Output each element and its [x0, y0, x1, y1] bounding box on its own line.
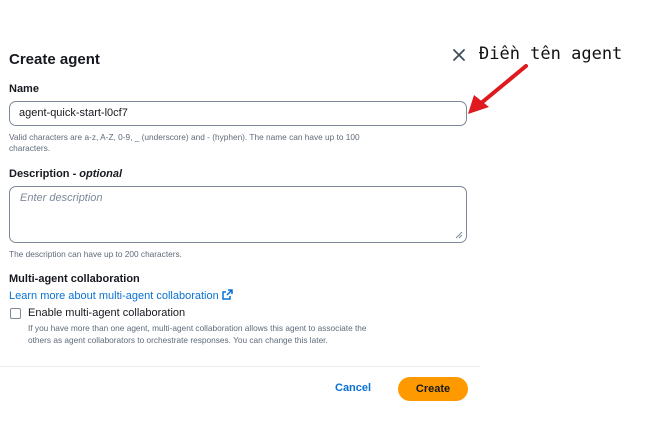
footer-divider [0, 366, 480, 367]
red-arrow-icon [468, 64, 528, 114]
multi-agent-checkbox[interactable] [10, 308, 21, 319]
optional-tag: optional [79, 168, 123, 180]
name-label: Name [9, 83, 39, 95]
learn-more-link[interactable]: Learn more about multi-agent collaborati… [9, 289, 233, 302]
description-label: Description - optional [9, 168, 122, 180]
agent-name-input[interactable]: agent-quick-start-l0cf7 [9, 101, 467, 126]
resize-grip-icon[interactable] [455, 231, 463, 239]
multi-agent-heading: Multi-agent collaboration [9, 273, 140, 285]
description-placeholder: Enter description [20, 192, 103, 204]
create-button[interactable]: Create [398, 377, 468, 401]
name-hint-line: Valid characters are a-z, A-Z, 0-9, _ (u… [9, 132, 360, 142]
learn-more-label: Learn more about multi-agent collaborati… [9, 290, 219, 302]
annotation-label: Điền tên agent [479, 44, 623, 64]
description-hint: The description can have up to 200 chara… [9, 249, 182, 259]
description-textarea[interactable]: Enter description [9, 186, 467, 243]
multi-agent-description-line: others as agent collaborators to orchest… [28, 335, 328, 345]
description-label-main: Description - [9, 168, 80, 180]
external-link-icon [222, 289, 233, 300]
multi-agent-description-line: If you have more than one agent, multi-a… [28, 323, 367, 333]
dialog-title: Create agent [9, 51, 100, 68]
cancel-button[interactable]: Cancel [335, 382, 371, 394]
create-agent-dialog: Create agent Name agent-quick-start-l0cf… [0, 0, 480, 425]
multi-agent-checkbox-label[interactable]: Enable multi-agent collaboration [28, 307, 185, 319]
name-hint: Valid characters are a-z, A-Z, 0-9, _ (u… [9, 132, 449, 154]
name-hint-line: characters. [9, 143, 51, 153]
multi-agent-description: If you have more than one agent, multi-a… [28, 322, 458, 346]
